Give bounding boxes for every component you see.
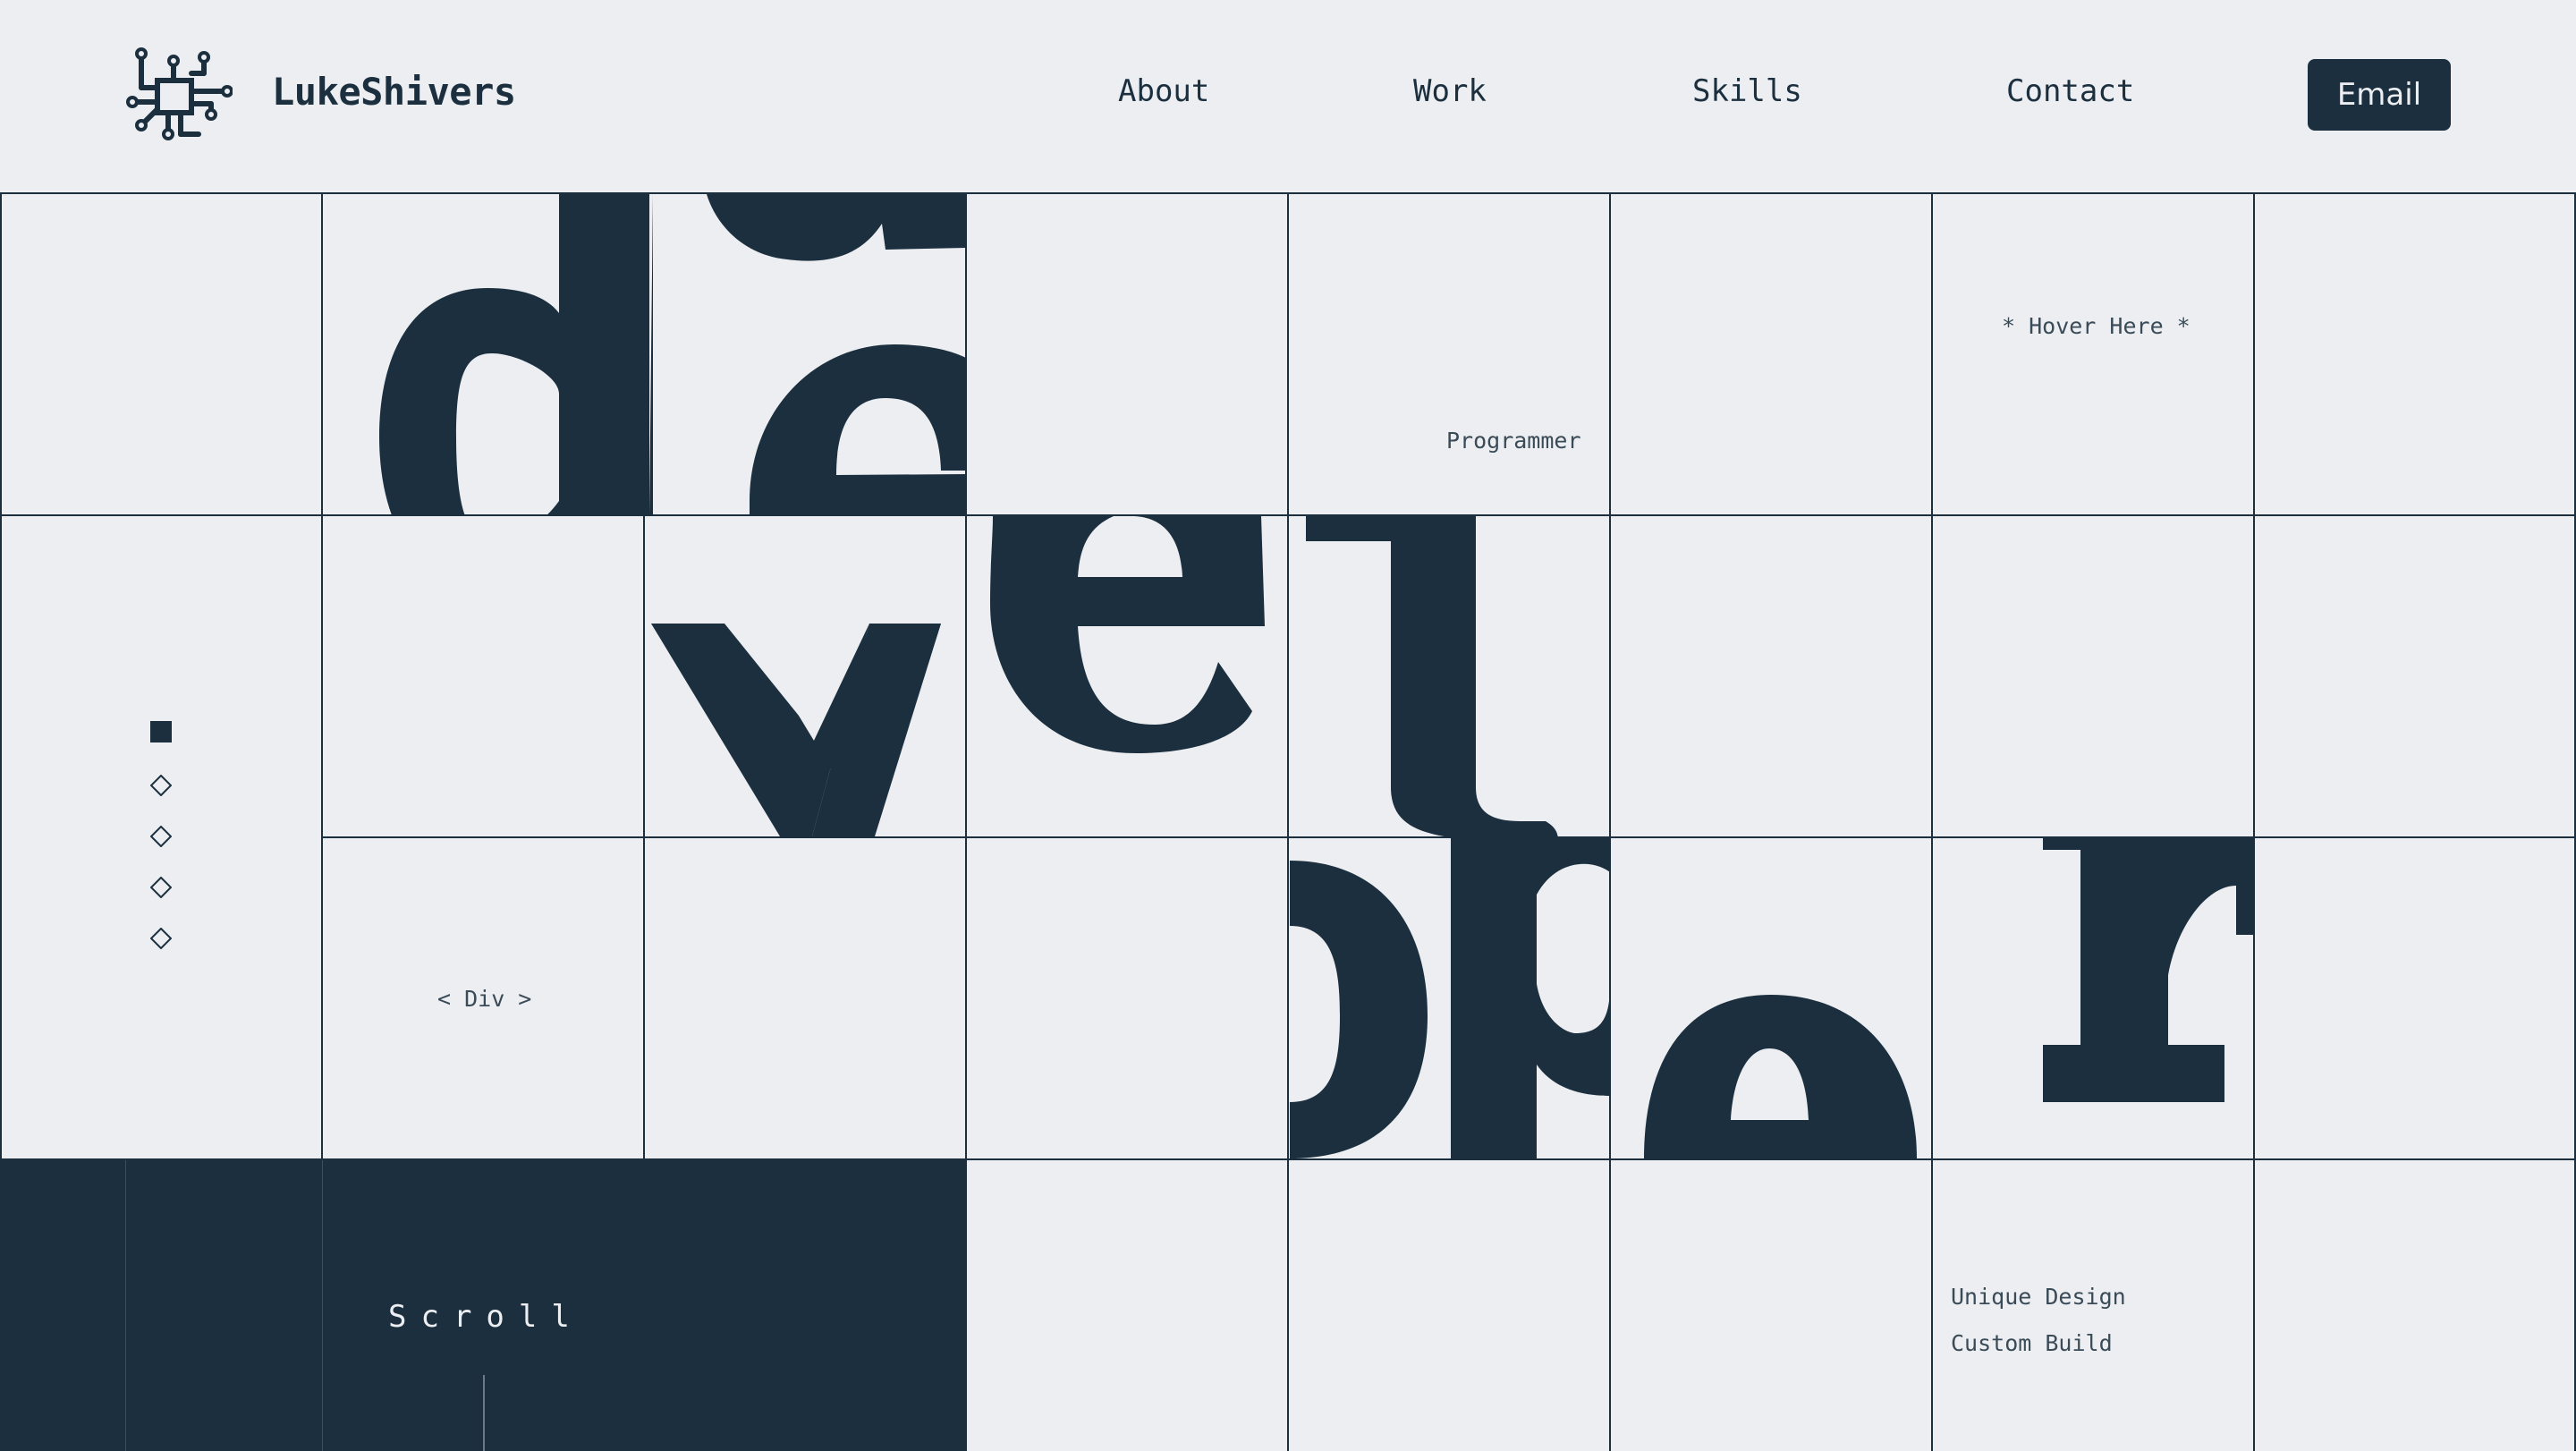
hover-hint[interactable]: * Hover Here * (2002, 313, 2190, 339)
email-button[interactable]: Email (2308, 59, 2451, 131)
grid-line (2253, 192, 2255, 1451)
letter-o-fragment (1290, 861, 1428, 1158)
brand-name[interactable]: LukeShivers (272, 70, 516, 114)
panel-divider (322, 1158, 323, 1451)
unique-design-label: Unique Design (1951, 1284, 2126, 1310)
grid-line (1609, 192, 1611, 1451)
grid-line (1287, 192, 1289, 1451)
pager-dot[interactable] (150, 775, 172, 796)
grid-line (0, 192, 2, 1158)
letter-e (750, 344, 966, 515)
nav-work[interactable]: Work (1413, 73, 1487, 109)
letter-e-fragment (649, 194, 966, 515)
nav-contact[interactable]: Contact (2006, 73, 2134, 109)
grid-line (643, 514, 645, 1158)
pager-dot[interactable] (150, 826, 172, 847)
grid-line (965, 192, 967, 1451)
letter-l (1306, 516, 1558, 836)
letter-p-fragment (1451, 838, 1610, 1158)
programmer-label: Programmer (1446, 428, 1581, 454)
pager-dot[interactable] (150, 928, 172, 949)
scroll-indicator-line (483, 1375, 485, 1451)
letter-e-3 (1644, 995, 1917, 1158)
div-tag-label: < Div > (437, 986, 532, 1012)
pager-dot[interactable] (150, 877, 172, 898)
panel-divider (125, 1158, 126, 1451)
nav-skills[interactable]: Skills (1692, 73, 1802, 109)
letter-e-2 (990, 516, 1265, 753)
grid-line (322, 836, 2576, 838)
nav-about[interactable]: About (1118, 73, 1209, 109)
site-header: LukeShivers About Work Skills Contact Em… (0, 0, 2576, 192)
circuit-chip-icon[interactable] (123, 47, 233, 141)
scroll-label[interactable]: Scroll (388, 1299, 584, 1335)
letter-v (651, 624, 941, 836)
pager-dot-active[interactable] (150, 721, 172, 742)
grid-line (1931, 192, 1933, 1451)
letter-d (379, 194, 649, 515)
grid-line (321, 192, 323, 1158)
custom-build-label: Custom Build (1951, 1330, 2113, 1356)
letter-r (2043, 838, 2254, 1102)
